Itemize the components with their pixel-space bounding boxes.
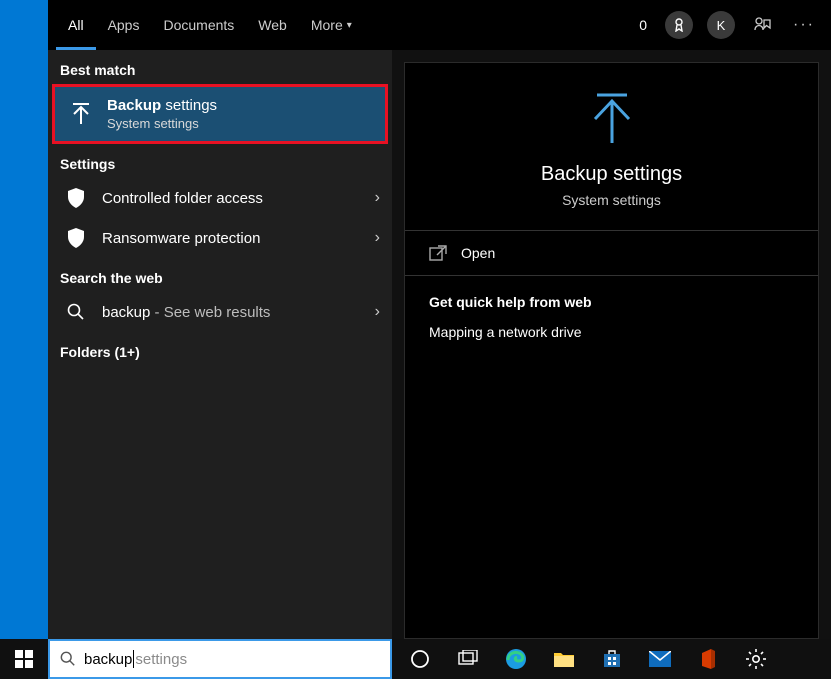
office-icon[interactable] (684, 639, 732, 679)
result-controlled-folder-access[interactable]: Controlled folder access › (48, 178, 392, 218)
search-results-panel: All Apps Documents Web More ▾ Best match… (48, 0, 392, 639)
shield-icon (60, 188, 92, 208)
search-tabs: All Apps Documents Web More ▾ (48, 0, 392, 50)
search-icon (60, 303, 92, 321)
tab-documents[interactable]: Documents (151, 0, 246, 50)
result-web-search[interactable]: backup - See web results › (48, 292, 392, 332)
tab-all[interactable]: All (56, 0, 96, 50)
settings-icon[interactable] (732, 639, 780, 679)
open-icon (429, 245, 447, 261)
search-text: backupsettings (84, 650, 187, 668)
top-bar: 0 K ··· (392, 0, 831, 50)
detail-panel: 0 K ··· Backup settings System settings … (392, 0, 831, 639)
shield-icon (60, 228, 92, 248)
chevron-right-icon: › (375, 303, 380, 321)
result-title: Backup settings (107, 97, 375, 114)
tab-apps[interactable]: Apps (96, 0, 152, 50)
result-backup-settings[interactable]: Backup settings System settings (52, 84, 388, 144)
edge-icon[interactable] (492, 639, 540, 679)
taskbar-search-input[interactable]: backupsettings (48, 639, 392, 679)
result-ransomware-protection[interactable]: Ransomware protection › (48, 218, 392, 258)
feedback-icon[interactable] (749, 12, 775, 38)
tab-more[interactable]: More ▾ (299, 0, 364, 50)
quick-help-heading: Get quick help from web (429, 294, 794, 310)
chevron-right-icon: › (375, 189, 380, 207)
task-view-icon[interactable] (444, 639, 492, 679)
start-button[interactable] (0, 639, 48, 679)
section-folders: Folders (1+) (48, 332, 392, 372)
section-settings: Settings (48, 144, 392, 178)
microsoft-store-icon[interactable] (588, 639, 636, 679)
chevron-right-icon: › (375, 229, 380, 247)
more-options-icon[interactable]: ··· (789, 12, 819, 38)
mail-icon[interactable] (636, 639, 684, 679)
result-title: Controlled folder access (102, 190, 375, 207)
section-best-match: Best match (48, 50, 392, 84)
windows-icon (15, 650, 33, 668)
open-label: Open (461, 245, 495, 261)
detail-hero: Backup settings System settings (405, 63, 818, 231)
result-title: Ransomware protection (102, 230, 375, 247)
rewards-count: 0 (639, 17, 647, 33)
backup-arrow-icon (65, 102, 97, 126)
result-title: backup - See web results (102, 304, 375, 321)
file-explorer-icon[interactable] (540, 639, 588, 679)
user-avatar[interactable]: K (707, 11, 735, 39)
detail-subtitle: System settings (562, 192, 661, 208)
open-button[interactable]: Open (405, 231, 818, 276)
tab-web[interactable]: Web (246, 0, 299, 50)
detail-title: Backup settings (541, 163, 682, 186)
search-icon (60, 651, 76, 667)
detail-card: Backup settings System settings Open Get… (404, 62, 819, 639)
result-subtitle: System settings (107, 116, 375, 131)
rewards-icon[interactable] (665, 11, 693, 39)
taskbar: backupsettings (0, 639, 831, 679)
section-search-web: Search the web (48, 258, 392, 292)
backup-arrow-icon (587, 91, 637, 147)
help-link-mapping-drive[interactable]: Mapping a network drive (429, 324, 794, 340)
taskbar-icons (396, 639, 780, 679)
tab-more-label: More (311, 17, 343, 33)
cortana-icon[interactable] (396, 639, 444, 679)
text-caret (133, 650, 134, 668)
chevron-down-icon: ▾ (347, 20, 352, 31)
desktop-strip (0, 0, 48, 639)
